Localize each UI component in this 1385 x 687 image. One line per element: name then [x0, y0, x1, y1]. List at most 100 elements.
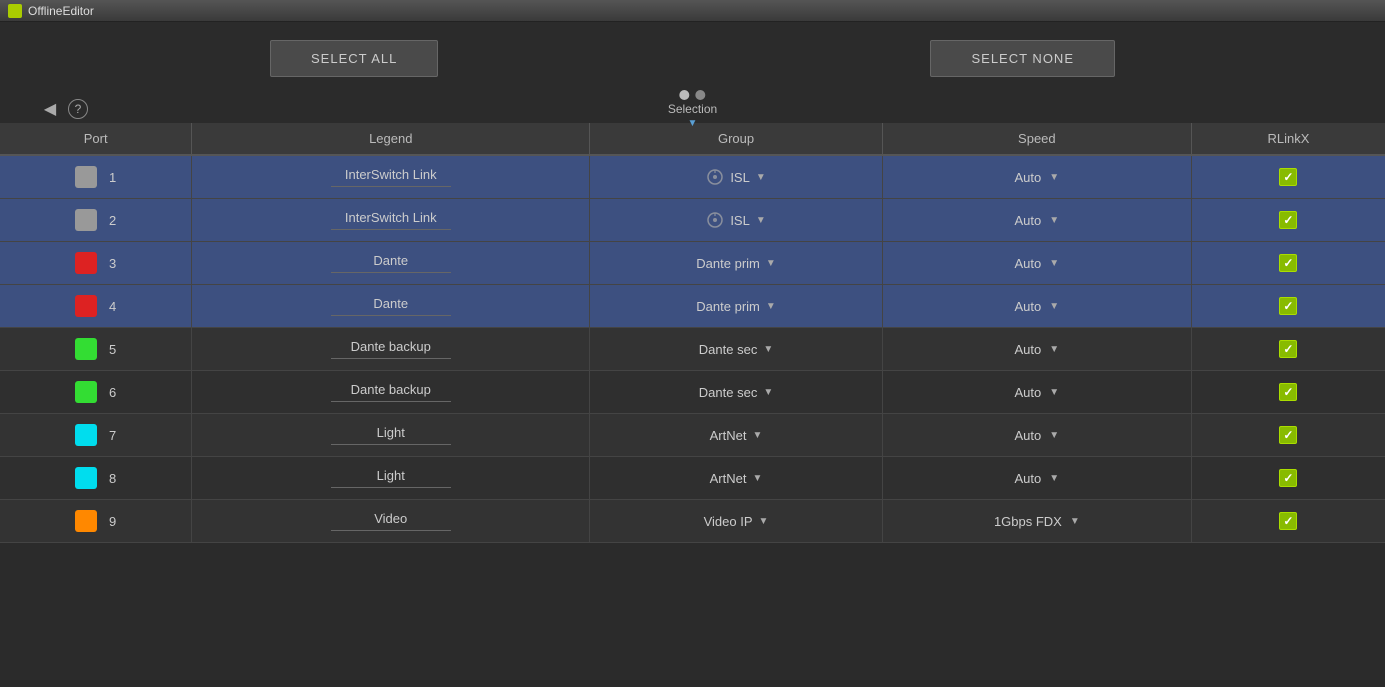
- rlinkx-checkbox[interactable]: [1279, 168, 1297, 186]
- port-color-box: [75, 295, 97, 317]
- group-cell: Dante prim ▼: [590, 242, 883, 285]
- nav-row: ◀ ? Selection ▼: [0, 95, 1385, 123]
- speed-cell: Auto ▼: [882, 414, 1191, 457]
- group-cell: ArtNet ▼: [590, 414, 883, 457]
- group-text: Dante sec: [699, 342, 758, 357]
- group-dropdown-arrow[interactable]: ▼: [752, 473, 762, 484]
- rlinkx-cell: [1191, 500, 1385, 543]
- port-number: 7: [109, 428, 116, 443]
- col-rlinkx: RLinkX: [1191, 123, 1385, 155]
- rlinkx-checkbox[interactable]: [1279, 469, 1297, 487]
- table-row[interactable]: 7 Light ArtNet ▼ Auto ▼: [0, 414, 1385, 457]
- port-color-box: [75, 424, 97, 446]
- rlinkx-checkbox[interactable]: [1279, 254, 1297, 272]
- table-row[interactable]: 1 InterSwitch Link ISL ▼ Auto ▼: [0, 155, 1385, 199]
- speed-dropdown-arrow[interactable]: ▼: [1049, 172, 1059, 183]
- group-cell: Video IP ▼: [590, 500, 883, 543]
- speed-dropdown-arrow[interactable]: ▼: [1049, 258, 1059, 269]
- table-row[interactable]: 9 Video Video IP ▼ 1Gbps FDX ▼: [0, 500, 1385, 543]
- speed-value: Auto: [1015, 342, 1042, 357]
- group-dropdown-arrow[interactable]: ▼: [763, 387, 773, 398]
- group-dropdown-arrow[interactable]: ▼: [759, 516, 769, 527]
- rlinkx-checkbox[interactable]: [1279, 297, 1297, 315]
- speed-value: Auto: [1015, 213, 1042, 228]
- legend-text: Light: [331, 425, 451, 445]
- port-color-box: [75, 467, 97, 489]
- port-color-box: [75, 209, 97, 231]
- speed-dropdown-arrow[interactable]: ▼: [1049, 215, 1059, 226]
- port-number: 4: [109, 299, 116, 314]
- rlinkx-cell: [1191, 457, 1385, 500]
- group-text: Dante prim: [696, 299, 760, 314]
- group-text: ISL: [730, 213, 750, 228]
- speed-value: Auto: [1015, 256, 1042, 271]
- table-row[interactable]: 5 Dante backup Dante sec ▼ Auto ▼: [0, 328, 1385, 371]
- port-cell: 1: [0, 155, 192, 199]
- table-body: 1 InterSwitch Link ISL ▼ Auto ▼: [0, 155, 1385, 543]
- port-number: 5: [109, 342, 116, 357]
- group-cell: Dante prim ▼: [590, 285, 883, 328]
- speed-dropdown-arrow[interactable]: ▼: [1070, 516, 1080, 527]
- port-table: Port Legend Group Speed RLinkX 1 InterSw…: [0, 123, 1385, 543]
- group-dropdown-arrow[interactable]: ▼: [763, 344, 773, 355]
- help-button[interactable]: ?: [68, 99, 88, 119]
- speed-dropdown-arrow[interactable]: ▼: [1049, 430, 1059, 441]
- port-cell: 4: [0, 285, 192, 328]
- group-dropdown-arrow[interactable]: ▼: [752, 430, 762, 441]
- speed-dropdown-arrow[interactable]: ▼: [1049, 387, 1059, 398]
- legend-text: Dante: [331, 296, 451, 316]
- group-text: Video IP: [704, 514, 753, 529]
- app-icon: [8, 4, 22, 18]
- rlinkx-checkbox[interactable]: [1279, 383, 1297, 401]
- dot-2: [696, 90, 706, 100]
- legend-cell: InterSwitch Link: [192, 155, 590, 199]
- isl-icon: [706, 168, 724, 186]
- rlinkx-cell: [1191, 199, 1385, 242]
- back-arrow[interactable]: ◀: [40, 99, 60, 119]
- speed-cell: Auto ▼: [882, 285, 1191, 328]
- table-row[interactable]: 4 Dante Dante prim ▼ Auto ▼: [0, 285, 1385, 328]
- port-number: 3: [109, 256, 116, 271]
- selection-down-arrow: ▼: [688, 118, 698, 129]
- speed-dropdown-arrow[interactable]: ▼: [1049, 473, 1059, 484]
- speed-cell: Auto ▼: [882, 457, 1191, 500]
- selection-indicator: Selection ▼: [668, 90, 717, 129]
- rlinkx-cell: [1191, 242, 1385, 285]
- selection-dots: [680, 90, 706, 100]
- rlinkx-cell: [1191, 155, 1385, 199]
- speed-cell: Auto ▼: [882, 328, 1191, 371]
- rlinkx-checkbox[interactable]: [1279, 340, 1297, 358]
- col-legend: Legend: [192, 123, 590, 155]
- group-text: ArtNet: [710, 471, 747, 486]
- speed-dropdown-arrow[interactable]: ▼: [1049, 301, 1059, 312]
- selection-label: Selection: [668, 102, 717, 116]
- speed-cell: Auto ▼: [882, 199, 1191, 242]
- rlinkx-checkbox[interactable]: [1279, 512, 1297, 530]
- legend-cell: Dante: [192, 242, 590, 285]
- table-row[interactable]: 6 Dante backup Dante sec ▼ Auto ▼: [0, 371, 1385, 414]
- group-text: Dante prim: [696, 256, 760, 271]
- group-cell: ArtNet ▼: [590, 457, 883, 500]
- table-row[interactable]: 8 Light ArtNet ▼ Auto ▼: [0, 457, 1385, 500]
- col-group: Group: [590, 123, 883, 155]
- port-number: 1: [109, 170, 116, 185]
- rlinkx-checkbox[interactable]: [1279, 211, 1297, 229]
- port-number: 8: [109, 471, 116, 486]
- select-none-button[interactable]: SELECT NONE: [930, 40, 1115, 77]
- port-color-box: [75, 166, 97, 188]
- group-cell: ISL ▼: [590, 199, 883, 242]
- table-row[interactable]: 3 Dante Dante prim ▼ Auto ▼: [0, 242, 1385, 285]
- select-all-button[interactable]: SELECT ALL: [270, 40, 438, 77]
- group-dropdown-arrow[interactable]: ▼: [766, 258, 776, 269]
- group-dropdown-arrow[interactable]: ▼: [756, 172, 766, 183]
- group-dropdown-arrow[interactable]: ▼: [766, 301, 776, 312]
- port-color-box: [75, 381, 97, 403]
- speed-dropdown-arrow[interactable]: ▼: [1049, 344, 1059, 355]
- legend-text: Dante backup: [331, 382, 451, 402]
- group-dropdown-arrow[interactable]: ▼: [756, 215, 766, 226]
- group-cell: Dante sec ▼: [590, 371, 883, 414]
- table-row[interactable]: 2 InterSwitch Link ISL ▼ Auto ▼: [0, 199, 1385, 242]
- legend-text: Video: [331, 511, 451, 531]
- rlinkx-checkbox[interactable]: [1279, 426, 1297, 444]
- legend-cell: Dante: [192, 285, 590, 328]
